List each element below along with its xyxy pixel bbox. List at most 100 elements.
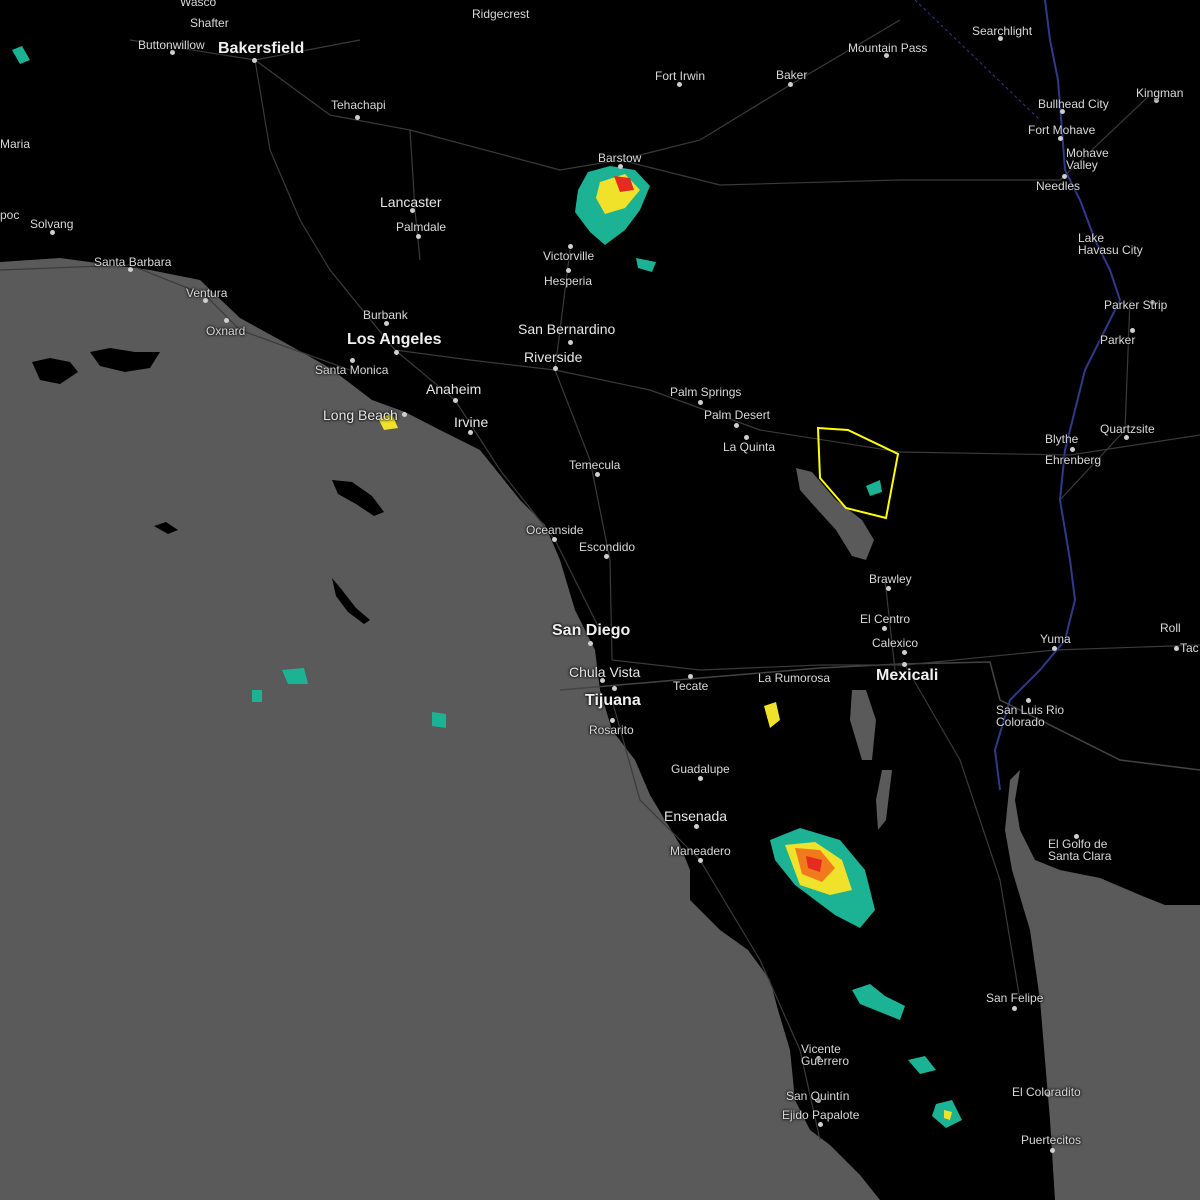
city-dot-palmdale — [416, 234, 421, 239]
city-label-baker: Baker — [776, 68, 808, 82]
city-label-fort-irwin: Fort Irwin — [655, 69, 706, 83]
city-dot-puertecitos — [1050, 1148, 1055, 1153]
city-label-puertecitos: Puertecitos — [1021, 1133, 1082, 1147]
city-label-wasco: Wasco — [180, 0, 217, 9]
city-label-roll: Roll — [1160, 621, 1181, 635]
city-label-la-rumorosa: La Rumorosa — [758, 671, 831, 685]
city-label-rosarito: Rosarito — [589, 723, 634, 737]
basemap — [0, 0, 1200, 1200]
city-label-el-centro: El Centro — [860, 612, 911, 626]
city-label-irvine: Irvine — [454, 414, 489, 430]
city-label-tehachapi: Tehachapi — [331, 98, 386, 112]
city-label-oxnard: Oxnard — [206, 324, 246, 338]
city-dot-long-beach — [402, 412, 407, 417]
pacific-ocean — [0, 258, 880, 1200]
radar-cell-salton — [866, 480, 882, 496]
city-label-palm-springs: Palm Springs — [670, 385, 742, 399]
city-label-long-beach: Long Beach — [323, 407, 398, 423]
city-dot-escondido — [604, 554, 609, 559]
city-label-la-quinta: La Quinta — [723, 440, 776, 454]
city-label-el-golfo: Santa Clara — [1048, 849, 1112, 863]
city-label-searchlight: Searchlight — [972, 24, 1033, 38]
city-label-yuma: Yuma — [1040, 632, 1071, 646]
radar-map[interactable]: Wasco Shafter Buttonwillow Bakersfield Ridge… — [0, 0, 1200, 1200]
city-label-riverside: Riverside — [524, 349, 583, 365]
city-label-tac: Tac — [1180, 641, 1199, 655]
city-label-solvang: Solvang — [30, 217, 74, 231]
city-label-lancaster: Lancaster — [380, 194, 442, 210]
city-label-buttonwillow: Buttonwillow — [138, 38, 205, 52]
city-label-guadalupe: Guadalupe — [671, 762, 730, 776]
city-label-shafter: Shafter — [190, 16, 229, 30]
laguna-salada-south — [876, 770, 892, 830]
city-label-barstow: Barstow — [598, 151, 642, 165]
city-label-temecula: Temecula — [569, 458, 621, 472]
city-label-ehrenberg: Ehrenberg — [1045, 453, 1102, 467]
city-dot-blythe — [1070, 447, 1075, 452]
radar-cell-rumorosa — [764, 702, 780, 728]
city-label-chula-vista: Chula Vista — [569, 664, 641, 680]
city-dot-san-bernardino — [568, 340, 573, 345]
city-label-maneadero: Maneadero — [670, 844, 731, 858]
city-label-los-angeles: Los Angeles — [347, 331, 442, 348]
city-label-brawley: Brawley — [869, 572, 912, 586]
city-dot-baker — [788, 82, 793, 87]
city-dot-yuma — [1052, 646, 1057, 651]
city-dot-bakersfield — [252, 58, 257, 63]
radar-cell-ocean-2 — [432, 712, 446, 728]
city-label-lake-havasu: Havasu City — [1078, 243, 1143, 257]
radar-cell-ocean-3 — [252, 690, 262, 702]
city-dot-tehachapi — [355, 115, 360, 120]
city-label-vicente-guerrero: Guerrero — [801, 1054, 850, 1068]
city-label-ventura: Ventura — [186, 286, 228, 300]
city-dot-el-centro — [882, 626, 887, 631]
city-label-mountain-pass: Mountain Pass — [848, 41, 928, 55]
city-label-tecate: Tecate — [673, 679, 709, 693]
city-label-victorville: Victorville — [543, 249, 595, 263]
city-label-tijuana: Tijuana — [585, 692, 641, 709]
city-label-ejido-papalote: Ejido Papalote — [782, 1108, 860, 1122]
city-label-parker-strip: Parker Strip — [1104, 298, 1168, 312]
state-border-nv-ca — [914, 0, 1041, 121]
city-dot-oceanside — [552, 537, 557, 542]
city-label-san-diego: San Diego — [552, 622, 631, 639]
city-label-palmdale: Palmdale — [396, 220, 447, 234]
city-dot-oxnard — [224, 318, 229, 323]
city-label-bullhead-city: Bullhead City — [1038, 97, 1109, 111]
city-dot-san-diego — [588, 641, 593, 646]
city-label-anaheim: Anaheim — [426, 381, 482, 397]
city-dot-anaheim — [453, 398, 458, 403]
city-label-kingman: Kingman — [1136, 86, 1184, 100]
city-label-needles: Needles — [1036, 179, 1081, 193]
radar-cell-san-felipe — [852, 984, 905, 1020]
city-dot-palm-desert — [734, 423, 739, 428]
city-label-oceanside: Oceanside — [526, 523, 584, 537]
city-label-el-coloradito: El Coloradito — [1012, 1085, 1081, 1099]
radar-cell-south-1 — [908, 1056, 936, 1074]
city-dot-ejido-papalote — [818, 1122, 823, 1127]
city-dot-san-felipe — [1012, 1006, 1017, 1011]
city-dot-irvine — [468, 430, 473, 435]
city-label-quartzsite: Quartzsite — [1100, 422, 1155, 436]
city-dot-hesperia — [566, 268, 571, 273]
city-dot-ensenada — [694, 824, 699, 829]
city-label-hesperia: Hesperia — [544, 274, 593, 288]
city-dot-los-angeles — [394, 350, 399, 355]
city-dot-riverside — [553, 366, 558, 371]
city-label-santa-monica: Santa Monica — [315, 363, 389, 377]
city-label-escondido: Escondido — [579, 540, 636, 554]
city-label-san-luis-rio-colorado: Colorado — [996, 715, 1045, 729]
radar-cell-nw — [12, 46, 30, 64]
city-label-palm-desert: Palm Desert — [704, 408, 771, 422]
city-label-poc: poc — [0, 208, 20, 222]
radar-cell-apple-valley — [636, 258, 656, 272]
city-label-parker: Parker — [1100, 333, 1136, 347]
city-label-ensenada: Ensenada — [664, 808, 728, 824]
city-label-fort-mohave: Fort Mohave — [1028, 123, 1096, 137]
city-dot-tijuana — [612, 686, 617, 691]
city-dot-roll — [1174, 646, 1179, 651]
city-dot-guadalupe — [698, 776, 703, 781]
colorado-river — [993, 0, 1122, 791]
city-label-blythe: Blythe — [1045, 432, 1079, 446]
city-label-bakersfield: Bakersfield — [218, 40, 305, 57]
